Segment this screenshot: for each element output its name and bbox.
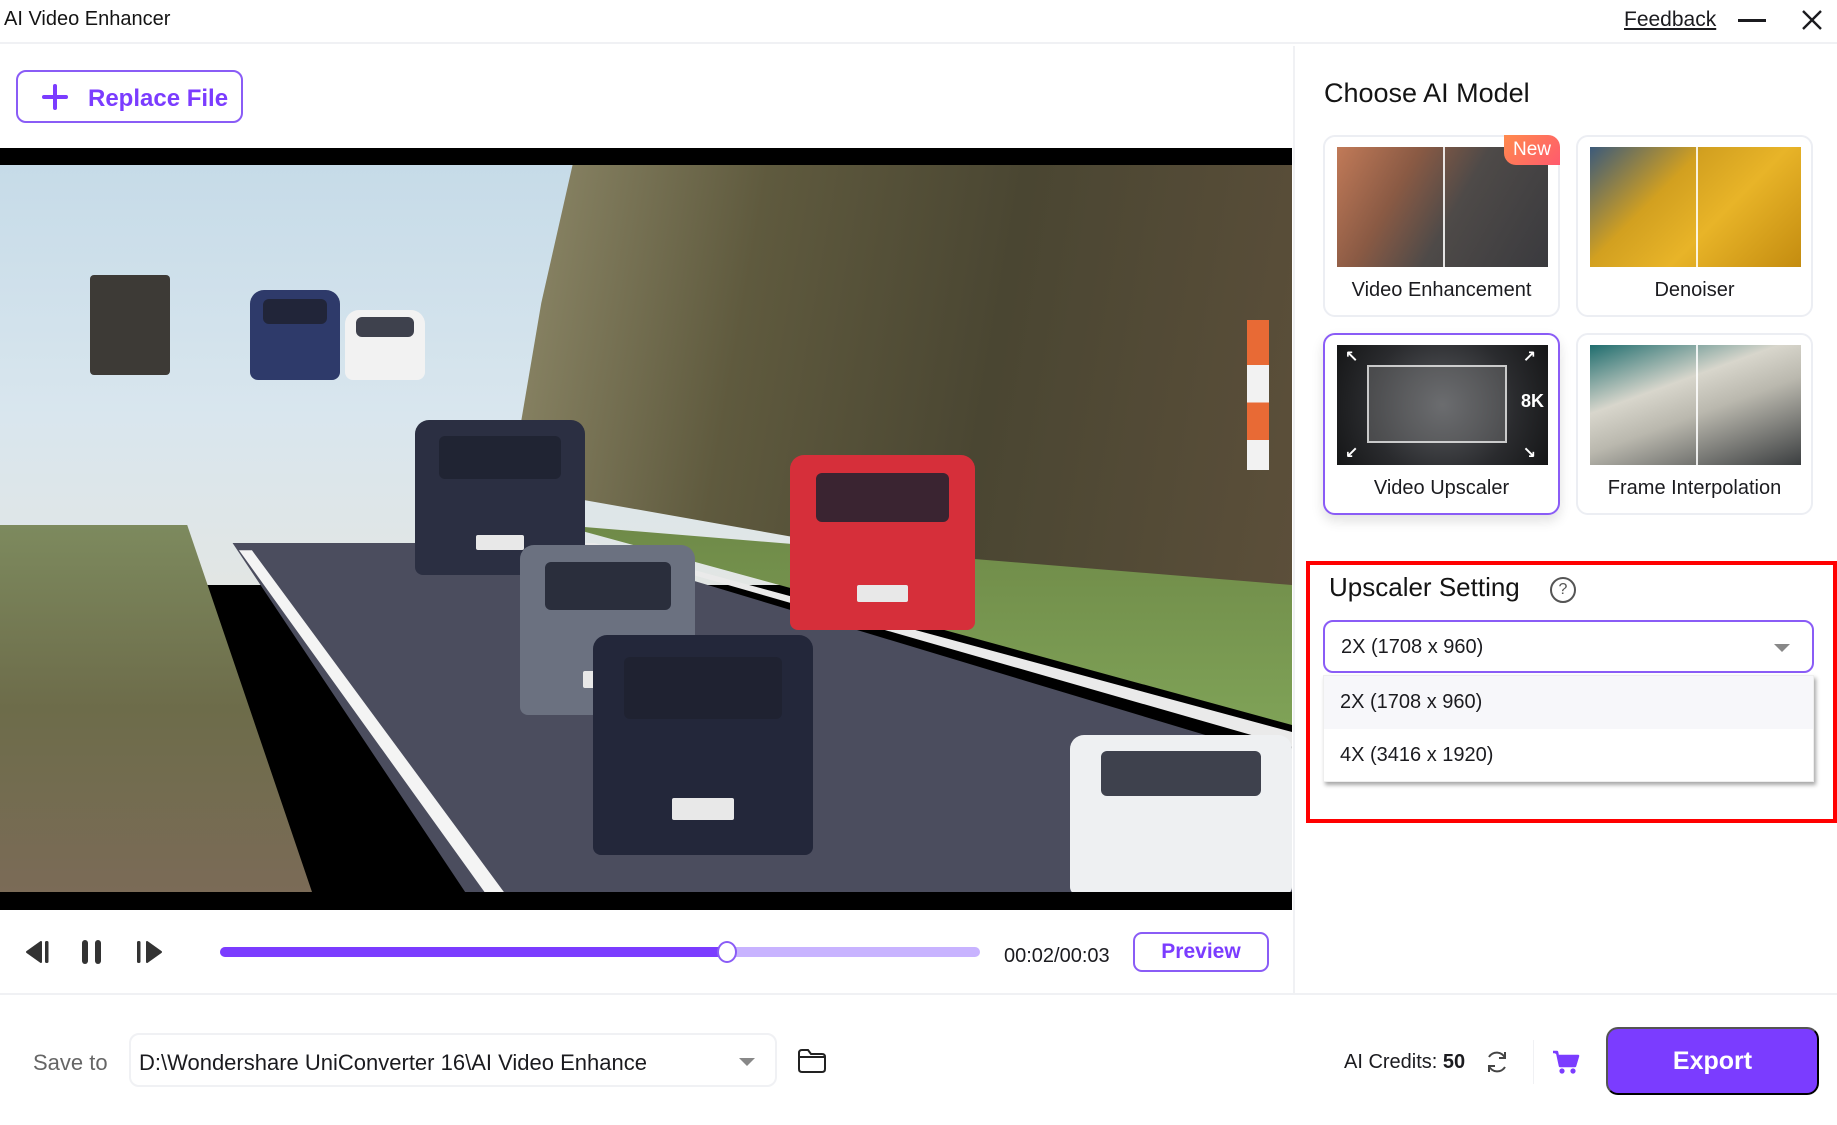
video-frame-image	[0, 165, 1292, 892]
expand-arrow-icon: ↘	[1522, 445, 1536, 462]
model-card-video-enhancement[interactable]: New Video Enhancement	[1323, 135, 1560, 317]
new-badge: New	[1504, 135, 1560, 165]
model-name: Video Upscaler	[1373, 477, 1510, 499]
upscale-selected-value: 2X (1708 x 960)	[1341, 636, 1484, 658]
progress-fill	[220, 947, 727, 957]
scene-truck	[90, 275, 170, 375]
save-to-label: Save to	[33, 1050, 108, 1075]
progress-thumb[interactable]	[716, 941, 737, 963]
export-button[interactable]: Export	[1606, 1027, 1819, 1095]
resolution-label: 8K	[1520, 391, 1544, 411]
model-thumbnail: ↖ ↗ ↙ ↘ 8K	[1337, 345, 1548, 465]
title-bar: AI Video Enhancer Feedback	[0, 0, 1837, 44]
expand-arrow-icon: ↙	[1345, 445, 1359, 462]
time-readout: 00:02/00:03	[1004, 945, 1110, 967]
upscaler-setting-title: Upscaler Setting	[1329, 572, 1520, 602]
pane-divider	[1293, 46, 1295, 993]
app-title: AI Video Enhancer	[4, 8, 171, 30]
footer-divider	[0, 993, 1837, 995]
refresh-icon[interactable]	[1484, 1049, 1510, 1075]
model-card-video-upscaler[interactable]: ↖ ↗ ↙ ↘ 8K Video Upscaler	[1323, 333, 1560, 515]
model-thumbnail	[1337, 147, 1548, 267]
expand-arrow-icon: ↖	[1345, 349, 1359, 366]
scene-marker-post	[1247, 320, 1269, 470]
scene-car	[345, 310, 425, 380]
ai-credits: AI Credits: 50	[1344, 1051, 1465, 1074]
choose-model-title: Choose AI Model	[1324, 78, 1530, 108]
model-name: Denoiser	[1654, 279, 1735, 301]
model-name: Video Enhancement	[1351, 279, 1532, 301]
close-icon[interactable]	[1800, 8, 1824, 32]
preview-button[interactable]: Preview	[1133, 932, 1269, 972]
credits-value: 50	[1442, 1051, 1466, 1073]
close-icon-glyph	[1802, 10, 1822, 30]
upscale-option-2x[interactable]: 2X (1708 x 960)	[1324, 676, 1813, 729]
next-frame-icon[interactable]	[135, 940, 163, 964]
cart-icon[interactable]	[1552, 1049, 1580, 1075]
chevron-down-icon	[1774, 644, 1790, 652]
expand-arrow-icon: ↗	[1522, 349, 1536, 366]
save-path-value: D:\Wondershare UniConverter 16\AI Video …	[139, 1050, 647, 1075]
model-card-denoiser[interactable]: Denoiser	[1576, 135, 1813, 317]
help-icon[interactable]: ?	[1550, 577, 1576, 603]
scene-car	[593, 635, 813, 855]
replace-file-button[interactable]: Replace File	[16, 70, 243, 123]
footer-separator	[1533, 1040, 1534, 1084]
previous-frame-icon[interactable]	[25, 940, 53, 964]
minimize-icon[interactable]	[1738, 19, 1766, 22]
upscale-select[interactable]: 2X (1708 x 960)	[1323, 620, 1814, 673]
scene-car	[790, 455, 975, 630]
model-thumbnail	[1590, 345, 1801, 465]
folder-icon[interactable]	[797, 1048, 827, 1074]
plus-icon	[42, 84, 68, 110]
credits-label: AI Credits:	[1344, 1051, 1438, 1073]
model-card-frame-interpolation[interactable]: Frame Interpolation	[1576, 333, 1813, 515]
upscale-dropdown-list: 2X (1708 x 960) 4X (3416 x 1920)	[1323, 675, 1814, 782]
scene-car	[1070, 735, 1292, 892]
model-name: Frame Interpolation	[1607, 477, 1782, 499]
pause-icon[interactable]	[80, 939, 104, 965]
upscale-option-4x[interactable]: 4X (3416 x 1920)	[1324, 729, 1813, 782]
chevron-down-icon	[739, 1058, 755, 1066]
save-path-select[interactable]: D:\Wondershare UniConverter 16\AI Video …	[129, 1033, 777, 1087]
scene-car	[250, 290, 340, 380]
progress-slider[interactable]	[220, 941, 980, 963]
feedback-link[interactable]: Feedback	[1624, 8, 1716, 32]
model-thumbnail	[1590, 147, 1801, 267]
replace-file-label: Replace File	[88, 85, 229, 112]
video-player[interactable]	[0, 148, 1292, 910]
